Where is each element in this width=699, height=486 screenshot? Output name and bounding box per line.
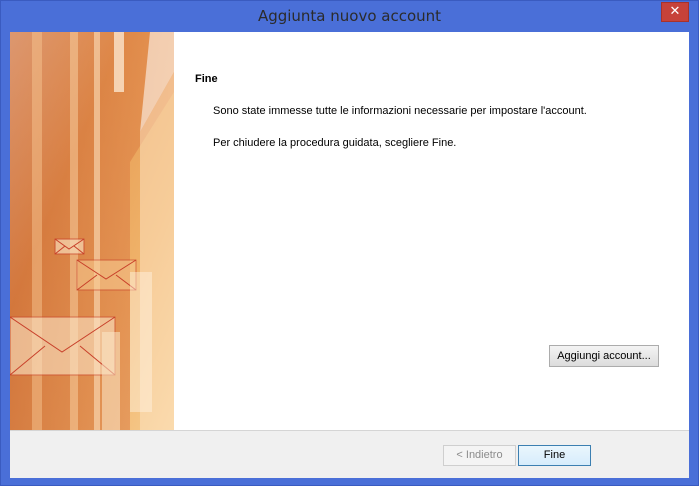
close-button[interactable]: ✕ (661, 2, 689, 22)
wizard-side-banner (10, 32, 174, 430)
envelope-large-icon (10, 316, 116, 376)
window-title: Aggiunta nuovo account (257, 7, 442, 25)
wizard-footer: < Indietro Fine (10, 430, 689, 478)
close-icon: ✕ (669, 4, 681, 19)
page-heading: Fine (195, 73, 218, 85)
back-button[interactable]: < Indietro (443, 445, 516, 466)
title-bar[interactable]: Aggiunta nuovo account ✕ (1, 1, 698, 32)
wizard-client-area: Fine Sono state immesse tutte le informa… (10, 32, 689, 478)
wizard-content: Fine Sono state immesse tutte le informa… (174, 32, 689, 430)
info-text: Sono state immesse tutte le informazioni… (213, 105, 587, 117)
instruction-text: Per chiudere la procedura guidata, scegl… (213, 137, 457, 149)
finish-button[interactable]: Fine (518, 445, 591, 466)
envelope-medium-icon (76, 259, 137, 291)
wizard-window: Aggiunta nuovo account ✕ Fine Sono state… (0, 0, 699, 486)
add-account-button[interactable]: Aggiungi account... (549, 345, 659, 367)
envelopes-illustration (10, 32, 174, 430)
envelope-small-icon (54, 238, 85, 255)
